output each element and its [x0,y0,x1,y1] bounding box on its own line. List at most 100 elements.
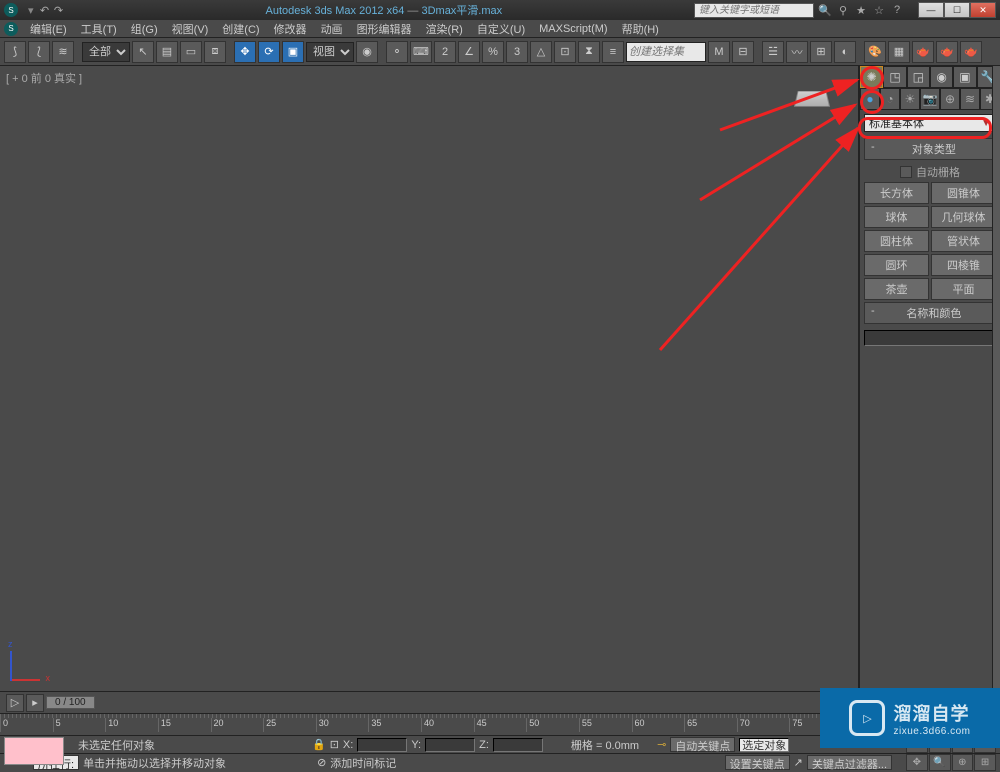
time-slider-handle[interactable]: 0 / 100 [46,696,95,709]
mirror-icon[interactable]: ⧗ [578,41,600,63]
align-icon[interactable]: ⊟ [732,41,754,63]
edged-faces-icon[interactable]: △ [530,41,552,63]
named-selection-icon[interactable]: ⊡ [554,41,576,63]
undo-icon[interactable]: ↶ [38,3,52,17]
tab-modify[interactable]: ◳ [883,66,906,88]
spinner-snap-icon[interactable]: 3 [506,41,528,63]
select-object-icon[interactable]: ↖ [132,41,154,63]
render-production-icon[interactable]: 🫖 [912,41,934,63]
track-bar-box[interactable] [4,737,64,765]
percent-snap-icon[interactable]: % [482,41,504,63]
render-setup-icon[interactable]: 🎨 [864,41,886,63]
maximize-button[interactable]: ☐ [944,2,970,18]
zoom-icon[interactable]: 🔍 [929,754,951,772]
select-move-icon[interactable]: ✥ [234,41,256,63]
select-region-icon[interactable]: ▭ [180,41,202,63]
btn-torus[interactable]: 圆环 [864,254,929,276]
btn-sphere[interactable]: 球体 [864,206,929,228]
question-icon[interactable]: ? [890,3,904,17]
search-icon[interactable]: 🔍 [818,3,832,17]
max-toggle-icon[interactable]: ⊞ [974,754,996,772]
orbit-icon[interactable]: ⊕ [952,754,974,772]
panel-scrollbar[interactable] [992,66,1000,691]
window-crossing-icon[interactable]: ⧈ [204,41,226,63]
btn-tube[interactable]: 管状体 [931,230,996,252]
angle-snap-icon[interactable]: ∠ [458,41,480,63]
link-icon[interactable]: ⚲ [836,3,850,17]
manipulate-icon[interactable]: ⚬ [386,41,408,63]
rollout-object-type[interactable]: -对象类型 [864,138,996,160]
key-mode-icon[interactable]: ↗ [794,756,803,769]
menu-tools[interactable]: 工具(T) [75,21,123,37]
menu-maxscript[interactable]: MAXScript(M) [533,23,613,35]
material-editor-icon[interactable]: ◐ [834,41,856,63]
quick-align-icon[interactable]: ≡ [602,41,624,63]
coord-z-input[interactable] [493,738,543,752]
app-menu-icon[interactable]: S [4,22,18,36]
help-icon[interactable]: ★ [854,3,868,17]
tab-create[interactable]: ✺ [860,66,883,88]
subtab-spacewarps[interactable]: ≋ [960,88,980,110]
minimize-button[interactable]: — [918,2,944,18]
close-button[interactable]: ✕ [970,2,996,18]
time-tag-icon[interactable]: ⊘ [317,756,326,769]
render-iterative-icon[interactable]: 🫖 [936,41,958,63]
tab-display[interactable]: ▣ [953,66,976,88]
snap-toggle-2d-icon[interactable]: 2 [434,41,456,63]
subtab-shapes[interactable]: ◔ [880,88,900,110]
time-config2-icon[interactable]: ▸ [26,694,44,712]
mirror-btn-icon[interactable]: M [708,41,730,63]
redo-icon[interactable]: ↷ [52,3,66,17]
auto-key-button[interactable]: 自动关键点 [670,737,735,752]
primitive-category-select[interactable]: 标准基本体 [864,114,996,132]
pivot-icon[interactable]: ◉ [356,41,378,63]
btn-box[interactable]: 长方体 [864,182,929,204]
select-name-icon[interactable]: ▤ [156,41,178,63]
select-rotate-icon[interactable]: ⟳ [258,41,280,63]
time-config-icon[interactable]: ▷ [6,694,24,712]
render-icon[interactable]: 🫖 [960,41,982,63]
schematic-view-icon[interactable]: ⊞ [810,41,832,63]
pan-icon[interactable]: ✥ [906,754,928,772]
btn-pyramid[interactable]: 四棱锥 [931,254,996,276]
tab-hierarchy[interactable]: ◲ [907,66,930,88]
help-search-input[interactable] [694,3,814,18]
render-frame-icon[interactable]: ▦ [888,41,910,63]
subtab-cameras[interactable]: 📷 [920,88,940,110]
menu-help[interactable]: 帮助(H) [616,21,665,37]
btn-cylinder[interactable]: 圆柱体 [864,230,929,252]
star-icon[interactable]: ☆ [872,3,886,17]
menu-graph-editors[interactable]: 图形编辑器 [351,21,418,37]
viewcube-icon[interactable] [794,91,830,107]
menu-group[interactable]: 组(G) [125,21,164,37]
rollout-name-color[interactable]: -名称和颜色 [864,302,996,324]
key-icon[interactable]: ⊸ [657,738,666,751]
menu-animation[interactable]: 动画 [315,21,349,37]
curve-editor-icon[interactable]: 〰 [786,41,808,63]
subtab-geometry[interactable]: ● [860,88,880,110]
viewport-front[interactable]: [ + 0 前 0 真实 ] [0,66,860,691]
coord-x-input[interactable] [357,738,407,752]
subtab-lights[interactable]: ☀ [900,88,920,110]
subtab-helpers[interactable]: ⊕ [940,88,960,110]
menu-rendering[interactable]: 渲染(R) [420,21,469,37]
tab-motion[interactable]: ◉ [930,66,953,88]
add-time-tag-label[interactable]: 添加时间标记 [330,755,396,771]
unlink-icon[interactable]: ⟅ [28,41,50,63]
bind-icon[interactable]: ≋ [52,41,74,63]
select-scale-icon[interactable]: ▣ [282,41,304,63]
menu-views[interactable]: 视图(V) [166,21,215,37]
menu-modifiers[interactable]: 修改器 [268,21,313,37]
btn-geosphere[interactable]: 几何球体 [931,206,996,228]
menu-create[interactable]: 创建(C) [216,21,265,37]
object-name-input[interactable] [864,330,1000,346]
btn-plane[interactable]: 平面 [931,278,996,300]
viewport-label[interactable]: [ + 0 前 0 真实 ] [6,70,82,86]
btn-teapot[interactable]: 茶壶 [864,278,929,300]
layers-icon[interactable]: ☱ [762,41,784,63]
auto-grid-checkbox[interactable] [900,166,912,178]
isolate-icon[interactable]: ⊡ [330,738,339,751]
named-selection-input[interactable] [626,42,706,62]
btn-cone[interactable]: 圆锥体 [931,182,996,204]
ref-coord-select[interactable]: 视图 [306,42,354,62]
